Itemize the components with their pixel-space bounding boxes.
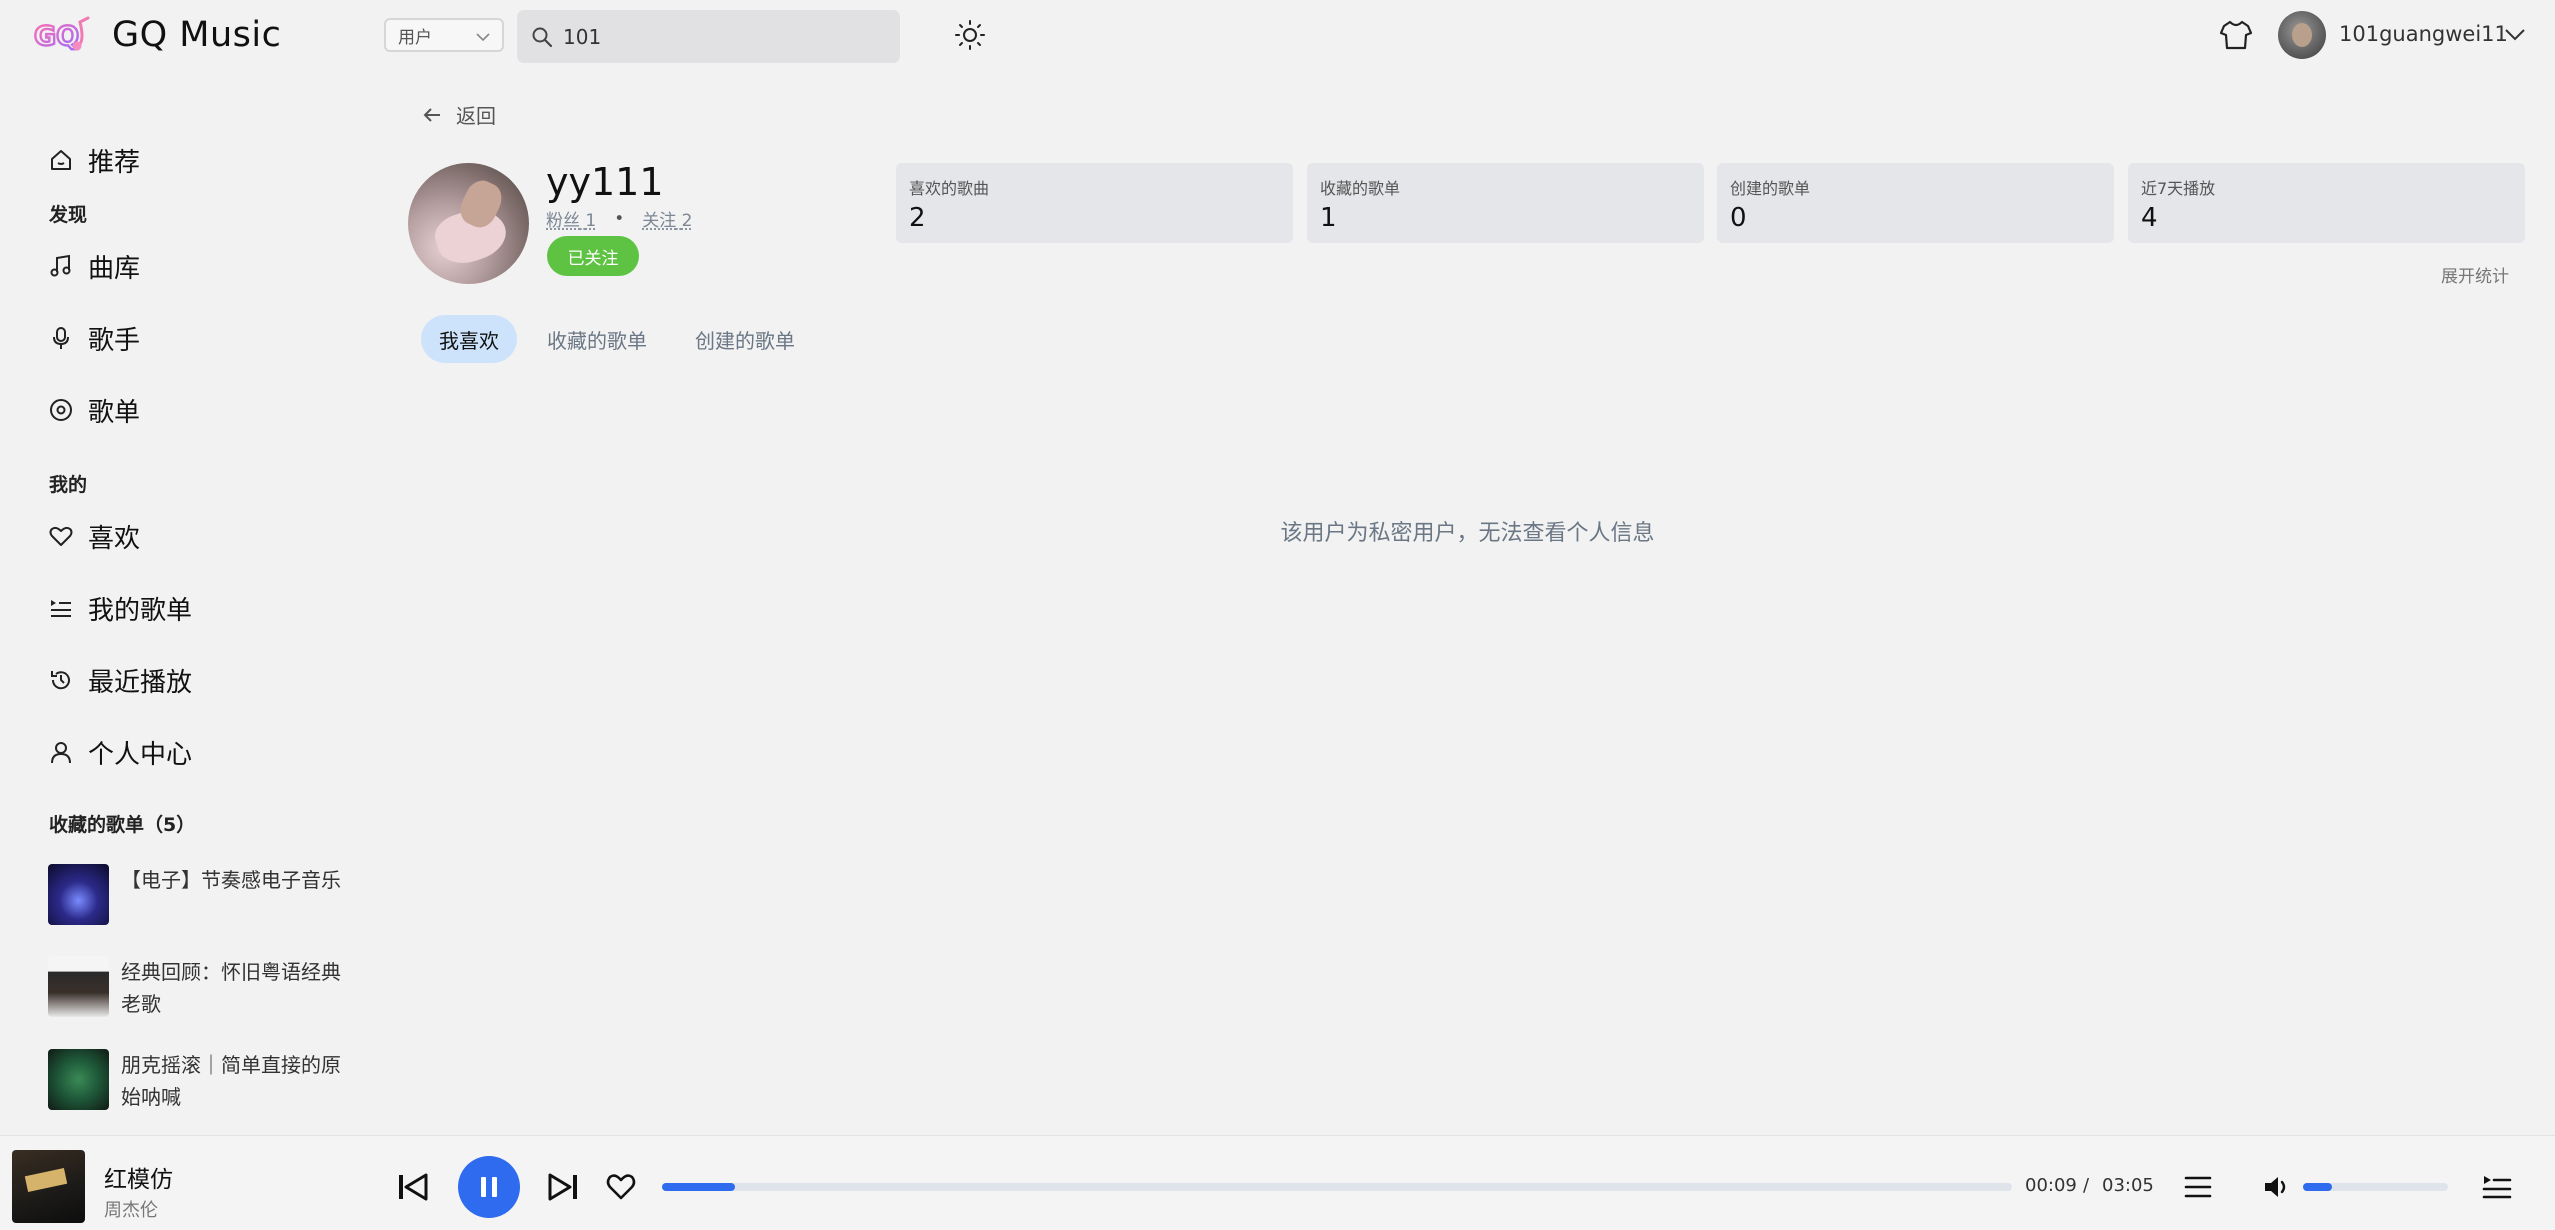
playlist-title: 【电子】节奏感电子音乐 bbox=[121, 868, 341, 892]
sidebar-item-label: 曲库 bbox=[88, 253, 141, 284]
now-playing-artist[interactable]: 周杰伦 bbox=[104, 1196, 158, 1222]
section-title-mine: 我的 bbox=[49, 474, 88, 496]
pause-icon bbox=[481, 1177, 497, 1197]
sidebar-item-library[interactable]: 曲库 bbox=[48, 246, 140, 286]
sidebar-item-my-playlists[interactable]: 我的歌单 bbox=[48, 588, 192, 628]
sidebar-item-label: 歌单 bbox=[88, 397, 141, 428]
now-playing-title[interactable]: 红模仿 bbox=[104, 1160, 173, 1194]
sidebar-item-label: 个人中心 bbox=[88, 739, 193, 770]
next-track-icon[interactable] bbox=[547, 1172, 579, 1202]
queue-list-icon[interactable] bbox=[2183, 1173, 2213, 1201]
music-note-icon bbox=[50, 254, 71, 277]
sidebar-item-label: 喜欢 bbox=[88, 523, 141, 554]
sidebar-item-profile[interactable]: 个人中心 bbox=[48, 732, 192, 772]
app-title: GQ Music bbox=[112, 15, 282, 55]
heart-icon bbox=[49, 526, 73, 546]
svg-text:GQ: GQ bbox=[34, 21, 79, 52]
volume-fill bbox=[2303, 1183, 2332, 1191]
playlist-cover bbox=[48, 956, 109, 1017]
sidebar-item-label: 最近播放 bbox=[88, 667, 193, 698]
time-separator: / bbox=[2083, 1175, 2090, 1196]
main-content: 该用户为私密用户，无法查看个人信息 bbox=[380, 0, 2555, 1135]
sidebar: 推荐 发现 曲库 歌手 歌单 我的 喜欢 我的歌单 最近播放 个人中心 收藏的歌… bbox=[0, 70, 380, 1135]
section-title-collected: 收藏的歌单（5） bbox=[49, 814, 196, 836]
playlist-icon bbox=[51, 600, 71, 617]
music-logo-icon: GQ bbox=[34, 16, 90, 53]
volume-slider[interactable] bbox=[2303, 1183, 2448, 1191]
collected-playlist-item[interactable]: 经典回顾：怀旧粤语经典老歌 bbox=[48, 956, 348, 1020]
pause-button[interactable] bbox=[458, 1156, 520, 1218]
playlist-cover bbox=[48, 1049, 109, 1110]
heart-icon[interactable] bbox=[605, 1171, 637, 1201]
progress-fill bbox=[662, 1183, 735, 1191]
previous-track-icon[interactable] bbox=[397, 1172, 429, 1202]
history-icon bbox=[51, 671, 70, 690]
current-time: 00:09 bbox=[2025, 1175, 2077, 1196]
disc-icon bbox=[50, 399, 72, 421]
sidebar-item-recommend[interactable]: 推荐 bbox=[48, 140, 140, 180]
collected-playlist-item[interactable]: 【电子】节奏感电子音乐 bbox=[48, 864, 348, 925]
sidebar-item-label: 歌手 bbox=[88, 325, 141, 356]
playlist-panel-icon[interactable] bbox=[2481, 1172, 2513, 1202]
collected-playlist-item[interactable]: 朋克摇滚｜简单直接的原始呐喊 bbox=[48, 1049, 348, 1113]
playlist-cover bbox=[48, 864, 109, 925]
sidebar-item-artists[interactable]: 歌手 bbox=[48, 318, 140, 358]
microphone-icon bbox=[53, 327, 69, 349]
section-title-discover: 发现 bbox=[49, 204, 88, 226]
sidebar-item-playlists[interactable]: 歌单 bbox=[48, 390, 140, 430]
playlist-title: 经典回顾：怀旧粤语经典老歌 bbox=[121, 960, 341, 1016]
private-user-message: 该用户为私密用户，无法查看个人信息 bbox=[1280, 521, 1655, 546]
user-icon bbox=[51, 742, 71, 764]
progress-bar[interactable] bbox=[662, 1183, 2012, 1191]
sidebar-item-recent[interactable]: 最近播放 bbox=[48, 660, 192, 700]
app-root: GQ GQ Music 用户 101 101guangwei11 推荐 发现 曲… bbox=[0, 0, 2555, 1230]
now-playing-cover[interactable] bbox=[12, 1150, 85, 1223]
sidebar-item-label: 推荐 bbox=[88, 147, 141, 178]
playlist-title: 朋克摇滚｜简单直接的原始呐喊 bbox=[121, 1053, 341, 1109]
app-logo[interactable]: GQ GQ Music bbox=[34, 12, 281, 58]
volume-icon[interactable] bbox=[2262, 1173, 2292, 1201]
sidebar-item-liked[interactable]: 喜欢 bbox=[48, 516, 140, 556]
home-icon bbox=[51, 150, 71, 170]
sidebar-item-label: 我的歌单 bbox=[88, 595, 193, 626]
total-time: 03:05 bbox=[2102, 1175, 2154, 1196]
